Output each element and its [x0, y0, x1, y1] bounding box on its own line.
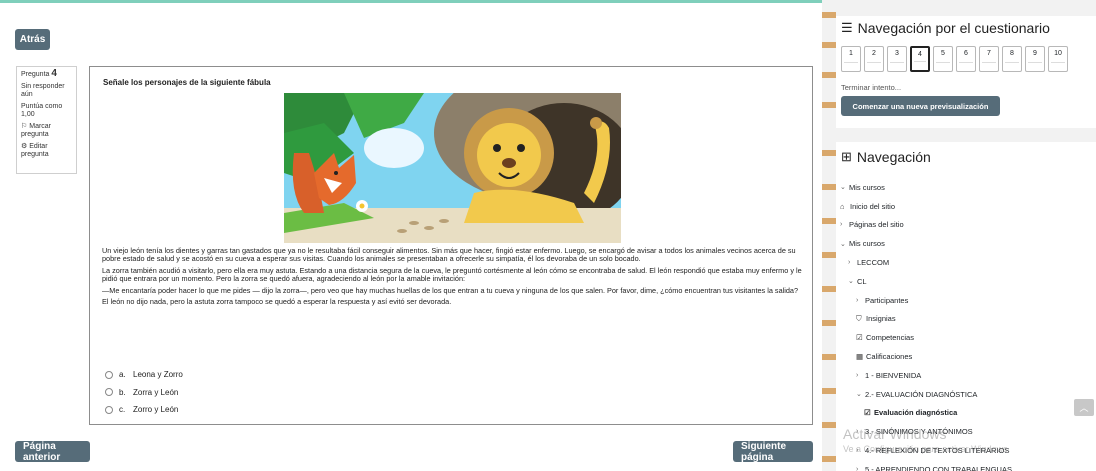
- nav-item-icon: ⛉: [856, 313, 862, 323]
- nav-item[interactable]: › Páginas del sitio: [840, 216, 1012, 235]
- nav-item-label: Competencias: [866, 333, 914, 343]
- nav-item[interactable]: › Participantes: [840, 291, 1012, 310]
- nav-item[interactable]: ⛉ Insignias: [840, 310, 1012, 329]
- nav-item[interactable]: ⌄ CL: [840, 272, 1012, 291]
- nav-item[interactable]: ⌄ 2.- EVALUACIÓN DIAGNÓSTICA: [840, 385, 1012, 404]
- nav-item[interactable]: › 5.- APRENDIENDO CON TRABALENGUAS: [840, 460, 1012, 471]
- nav-item-icon: ▦: [856, 352, 864, 362]
- quiz-nav-title: ☰ Navegación por el cuestionario: [841, 20, 1050, 36]
- chevron-right-icon: ›: [856, 296, 859, 304]
- question-nav-buttons: 1 2 3 4 5 6 7 8 9 10: [841, 46, 1071, 72]
- nav-item-label: Participantes: [865, 295, 909, 305]
- question-info-box: Pregunta 4 Sin responder aún Puntúa como…: [16, 66, 77, 174]
- nav-item-label: Mis cursos: [849, 239, 885, 249]
- chevron-right-icon: ›: [840, 221, 843, 229]
- scroll-to-top-button[interactable]: ︿: [1074, 399, 1094, 416]
- chevron-up-icon: ︿: [1079, 403, 1089, 413]
- side-decoration: [822, 150, 836, 470]
- chevron-down-icon: ⌄: [840, 240, 846, 248]
- chevron-right-icon: ›: [856, 371, 859, 379]
- quiz-navigation-panel: ☰ Navegación por el cuestionario 1 2 3 4…: [836, 16, 1096, 128]
- question-nav-button[interactable]: 6: [956, 46, 976, 72]
- fable-paragraph: La zorra también acudió a visitarlo, per…: [102, 265, 802, 284]
- question-box: Señale los personajes de la siguiente fá…: [89, 66, 813, 425]
- nav-item-label: Mis cursos: [849, 182, 885, 192]
- nav-item[interactable]: ⌂ Inicio del sitio: [840, 197, 1012, 216]
- nav-item-label: LECCOM: [857, 258, 890, 268]
- question-number-label: Pregunta 4: [21, 68, 57, 79]
- answer-option-a[interactable]: a. Leona y Zorro: [105, 366, 183, 384]
- question-nav-button[interactable]: 10: [1048, 46, 1068, 72]
- fable-illustration: [284, 93, 621, 243]
- nav-item-label: 5.- APRENDIENDO CON TRABALENGUAS: [865, 464, 1012, 471]
- windows-activation-watermark: Activar Windows Ve a Configuración para …: [843, 426, 1011, 454]
- question-nav-button[interactable]: 8: [1002, 46, 1022, 72]
- radio-button[interactable]: [105, 405, 113, 414]
- nav-item-label: CL: [857, 276, 867, 286]
- nav-item-label: Páginas del sitio: [849, 220, 904, 230]
- nav-item-label: Inicio del sitio: [850, 201, 896, 211]
- nav-item[interactable]: › 1 - BIENVENIDA: [840, 366, 1012, 385]
- nav-item-icon: ☑: [864, 408, 871, 418]
- edit-question-link[interactable]: ⚙ Editar pregunta: [21, 143, 72, 159]
- nav-item-label: Insignias: [866, 314, 896, 324]
- back-button[interactable]: Atrás: [15, 29, 50, 50]
- gear-icon: ⚙: [21, 143, 28, 150]
- nav-item-icon: ☑: [856, 333, 863, 343]
- question-title: Señale los personajes de la siguiente fá…: [103, 78, 271, 87]
- question-nav-button[interactable]: 1: [841, 46, 861, 72]
- fable-text: Un viejo león tenía los dientes y garras…: [102, 246, 802, 309]
- answer-option-b[interactable]: b. Zorra y León: [105, 384, 183, 402]
- nav-item[interactable]: ▦ Calificaciones: [840, 347, 1012, 366]
- question-nav-button[interactable]: 3: [887, 46, 907, 72]
- previous-page-button[interactable]: Página anterior: [15, 441, 90, 463]
- option-label: Leona y Zorro: [133, 370, 183, 380]
- nav-item[interactable]: ☑ Evaluación diagnóstica: [840, 404, 1012, 423]
- question-nav-button[interactable]: 7: [979, 46, 999, 72]
- option-label: Zorro y León: [133, 405, 179, 415]
- question-nav-button[interactable]: 5: [933, 46, 953, 72]
- flag-icon: ⚐: [21, 123, 28, 130]
- nav-item-label: Evaluación diagnóstica: [874, 408, 958, 418]
- radio-button[interactable]: [105, 370, 113, 379]
- chevron-down-icon: ⌄: [840, 184, 846, 192]
- option-label: Zorra y León: [133, 387, 179, 397]
- side-decoration: [822, 12, 836, 112]
- nav-item-icon: ⌂: [840, 201, 845, 211]
- fable-paragraph: Un viejo león tenía los dientes y garras…: [102, 246, 796, 264]
- fable-paragraph: —Me encantaría poder hacer lo que me pid…: [102, 285, 799, 295]
- new-preview-button[interactable]: Comenzar una nueva previsualización: [841, 96, 1000, 116]
- nav-item-label: 1 - BIENVENIDA: [865, 370, 922, 380]
- menu-icon: ☰: [841, 20, 853, 35]
- question-nav-button[interactable]: 2: [864, 46, 884, 72]
- navigation-panel: ⊞ Navegación ⌄ Mis cursos ⌂ Inicio del siti…: [836, 142, 1096, 471]
- finish-attempt-link[interactable]: Terminar intento...: [841, 83, 901, 92]
- nav-item[interactable]: › LECCOM: [840, 253, 1012, 272]
- nav-item[interactable]: ⌄ Mis cursos: [840, 178, 1012, 197]
- chevron-down-icon: ⌄: [856, 391, 862, 399]
- next-page-button[interactable]: Siguiente página: [733, 441, 813, 463]
- sitemap-icon: ⊞: [841, 149, 852, 164]
- nav-item[interactable]: ☑ Competencias: [840, 328, 1012, 347]
- question-status: Sin responder aún: [21, 83, 65, 98]
- radio-button[interactable]: [105, 388, 113, 397]
- fable-paragraph: El león no dijo nada, pero la astuta zor…: [102, 297, 452, 307]
- navigation-title: ⊞ Navegación: [841, 149, 931, 165]
- answer-option-c[interactable]: c. Zorro y León: [105, 401, 183, 419]
- question-nav-button-current[interactable]: 4: [910, 46, 930, 72]
- answer-options: a. Leona y Zorro b. Zorra y León c. Zorr…: [105, 366, 183, 419]
- nav-item[interactable]: ⌄ Mis cursos: [840, 234, 1012, 253]
- nav-item-label: Calificaciones: [866, 352, 913, 362]
- chevron-right-icon: ›: [856, 465, 859, 471]
- chevron-down-icon: ⌄: [848, 278, 854, 286]
- nav-item-label: 2.- EVALUACIÓN DIAGNÓSTICA: [865, 389, 978, 399]
- flag-question-link[interactable]: ⚐ Marcar pregunta: [21, 123, 72, 139]
- chevron-right-icon: ›: [848, 259, 851, 267]
- question-points: Puntúa como 1,00: [21, 103, 63, 118]
- question-nav-button[interactable]: 9: [1025, 46, 1045, 72]
